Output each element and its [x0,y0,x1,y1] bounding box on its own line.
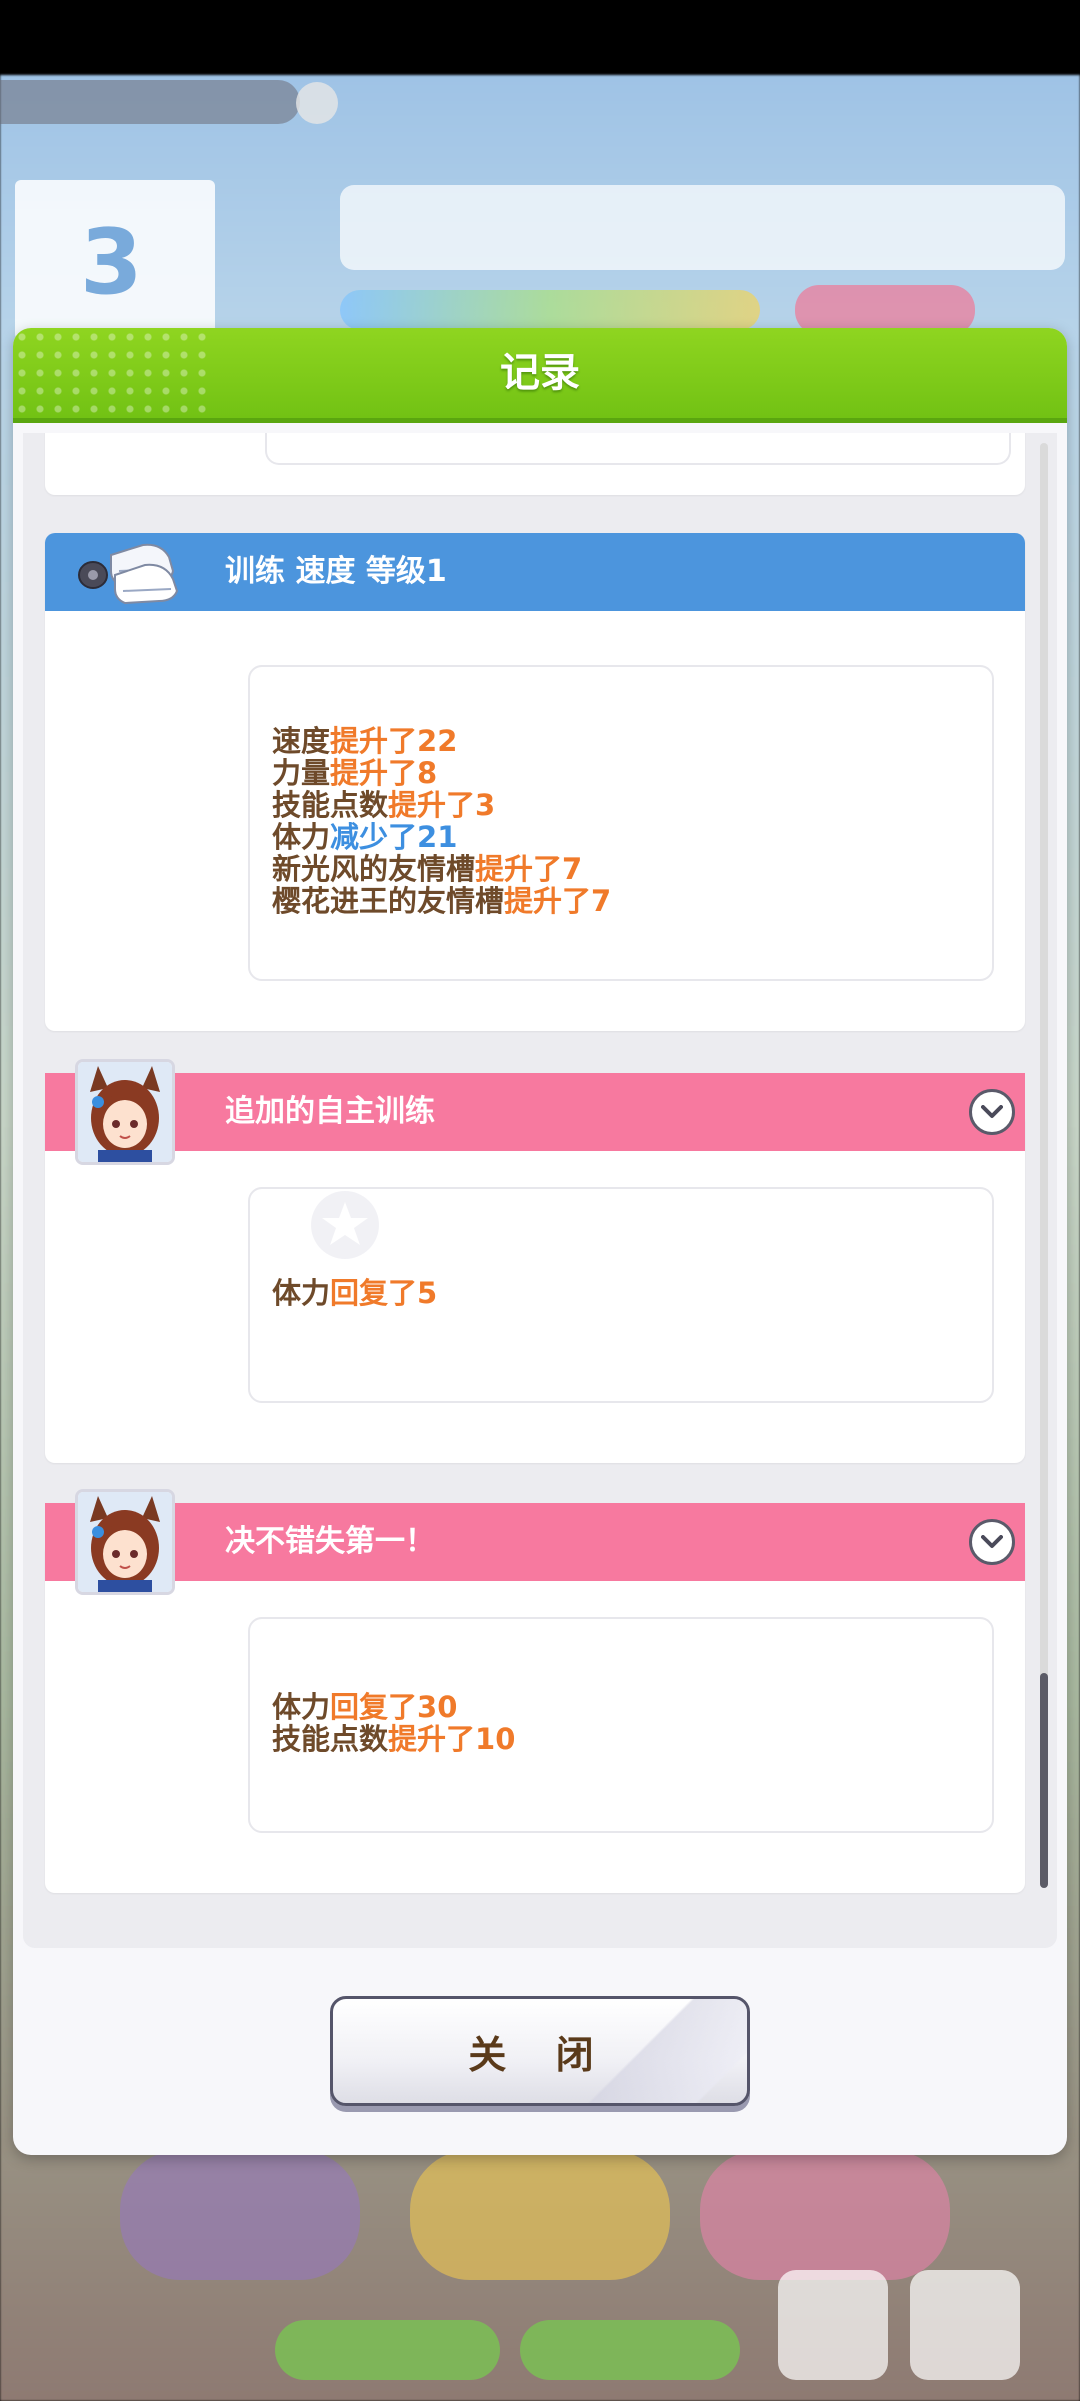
character-portrait-icon [78,1492,172,1592]
stat-changes: 体力回复了30 技能点数提升了10 [272,1691,515,1755]
stat-effect: 减少了 [330,820,418,854]
background-green-button [520,2320,740,2380]
stat-name: 技能点数 [272,1722,389,1756]
expand-button[interactable] [969,1519,1015,1565]
stat-value: 7 [562,852,583,886]
entry-title: 追加的自主训练 [225,1094,435,1129]
background-top-bar [0,80,300,124]
scrollbar-thumb[interactable] [1040,1673,1048,1888]
log-entry-card: 追加的自主训练 体力回复了5 [45,1059,1025,1463]
entry-header-event: 决不错失第一！ [45,1503,1025,1581]
close-button[interactable]: 关 闭 [330,1996,750,2106]
stat-value: 21 [417,820,458,854]
stat-value: 10 [475,1722,516,1756]
stat-value: 5 [417,1276,438,1310]
stat-name: 新光风的友情槽 [272,852,476,886]
stat-effect: 提升了 [330,756,418,790]
stat-line: 力量提升了8 [272,757,611,789]
stat-name: 速度 [272,724,331,758]
dialog-header: 记录 [13,328,1067,423]
background-training-button [410,2150,670,2280]
background-log-button [778,2270,888,2380]
entry-title: 训练 速度 等级1 [225,554,447,589]
close-button-label: 关 闭 [468,2032,612,2077]
stat-value: 3 [475,788,496,822]
stat-name: 体力 [272,1276,331,1310]
stat-changes: 速度提升了22 力量提升了8 技能点数提升了3 体力减少了21 新光风的友情槽提… [272,725,611,917]
log-entry-detail-box: 速度提升了22 力量提升了8 技能点数提升了3 体力减少了21 新光风的友情槽提… [248,665,994,981]
log-entry-detail-box [265,433,1011,465]
log-list[interactable]: 训练 速度 等级1 速度提升了22 力量提升了8 技能点数提升了3 体力减少了2… [23,433,1057,1948]
stat-name: 力量 [272,756,331,790]
background-outing-button [700,2150,950,2280]
background-menu-button [910,2270,1020,2380]
background-stamina-bar [340,290,760,330]
stat-value: 7 [591,884,612,918]
stat-effect: 提升了 [388,788,476,822]
entry-title: 决不错失第一！ [225,1524,435,1559]
stat-value: 30 [417,1690,458,1724]
stat-value: 8 [417,756,438,790]
character-portrait-icon [78,1062,172,1162]
background-rest-button [120,2150,360,2280]
entry-header-training: 训练 速度 等级1 [45,533,1025,611]
stat-line: 速度提升了22 [272,725,611,757]
stat-line: 樱花进王的友情槽提升了7 [272,885,611,917]
character-avatar [75,1489,175,1595]
background-info-button [296,82,338,124]
stat-changes: 体力回复了5 [272,1277,437,1309]
stat-effect: 提升了 [475,852,563,886]
stat-line: 体力减少了21 [272,821,611,853]
log-entry-card [45,433,1025,495]
status-bar [0,0,1080,75]
stat-effect: 提升了 [388,1722,476,1756]
stat-value: 22 [417,724,458,758]
log-dialog: 记录 训练 速度 等级1 速度提升了22 力量提升了8 技能点数提升了3 体力减… [13,328,1067,2155]
dialog-title: 记录 [500,350,580,396]
stat-effect: 提升了 [330,724,418,758]
log-entry-card: 训练 速度 等级1 速度提升了22 力量提升了8 技能点数提升了3 体力减少了2… [45,533,1025,1031]
stat-line: 体力回复了30 [272,1691,515,1723]
stat-effect: 提升了 [504,884,592,918]
background-turn-number: 3 [80,210,143,315]
entry-header-event: 追加的自主训练 [45,1073,1025,1151]
stat-name: 樱花进王的友情槽 [272,884,505,918]
stat-effect: 回复了 [330,1276,418,1310]
log-entry-card: 决不错失第一！ 体力回复了30 技能点数提升了10 [45,1489,1025,1893]
background-green-button [275,2320,500,2380]
stat-line: 技能点数提升了10 [272,1723,515,1755]
stat-line: 新光风的友情槽提升了7 [272,853,611,885]
log-entry-detail-box: 体力回复了30 技能点数提升了10 [248,1617,994,1833]
stat-name: 技能点数 [272,788,389,822]
training-shoes-icon [78,543,179,605]
tap-effect-star-icon [311,1191,379,1259]
chevron-down-icon [981,1535,1003,1548]
stat-line: 技能点数提升了3 [272,789,611,821]
expand-button[interactable] [969,1089,1015,1135]
stat-line: 体力回复了5 [272,1277,437,1309]
stat-effect: 回复了 [330,1690,418,1724]
stat-name: 体力 [272,820,331,854]
character-avatar [75,1059,175,1165]
chevron-down-icon [981,1105,1003,1118]
background-goal-bar [340,185,1065,270]
scrollbar-track[interactable] [1040,443,1048,1888]
stat-name: 体力 [272,1690,331,1724]
